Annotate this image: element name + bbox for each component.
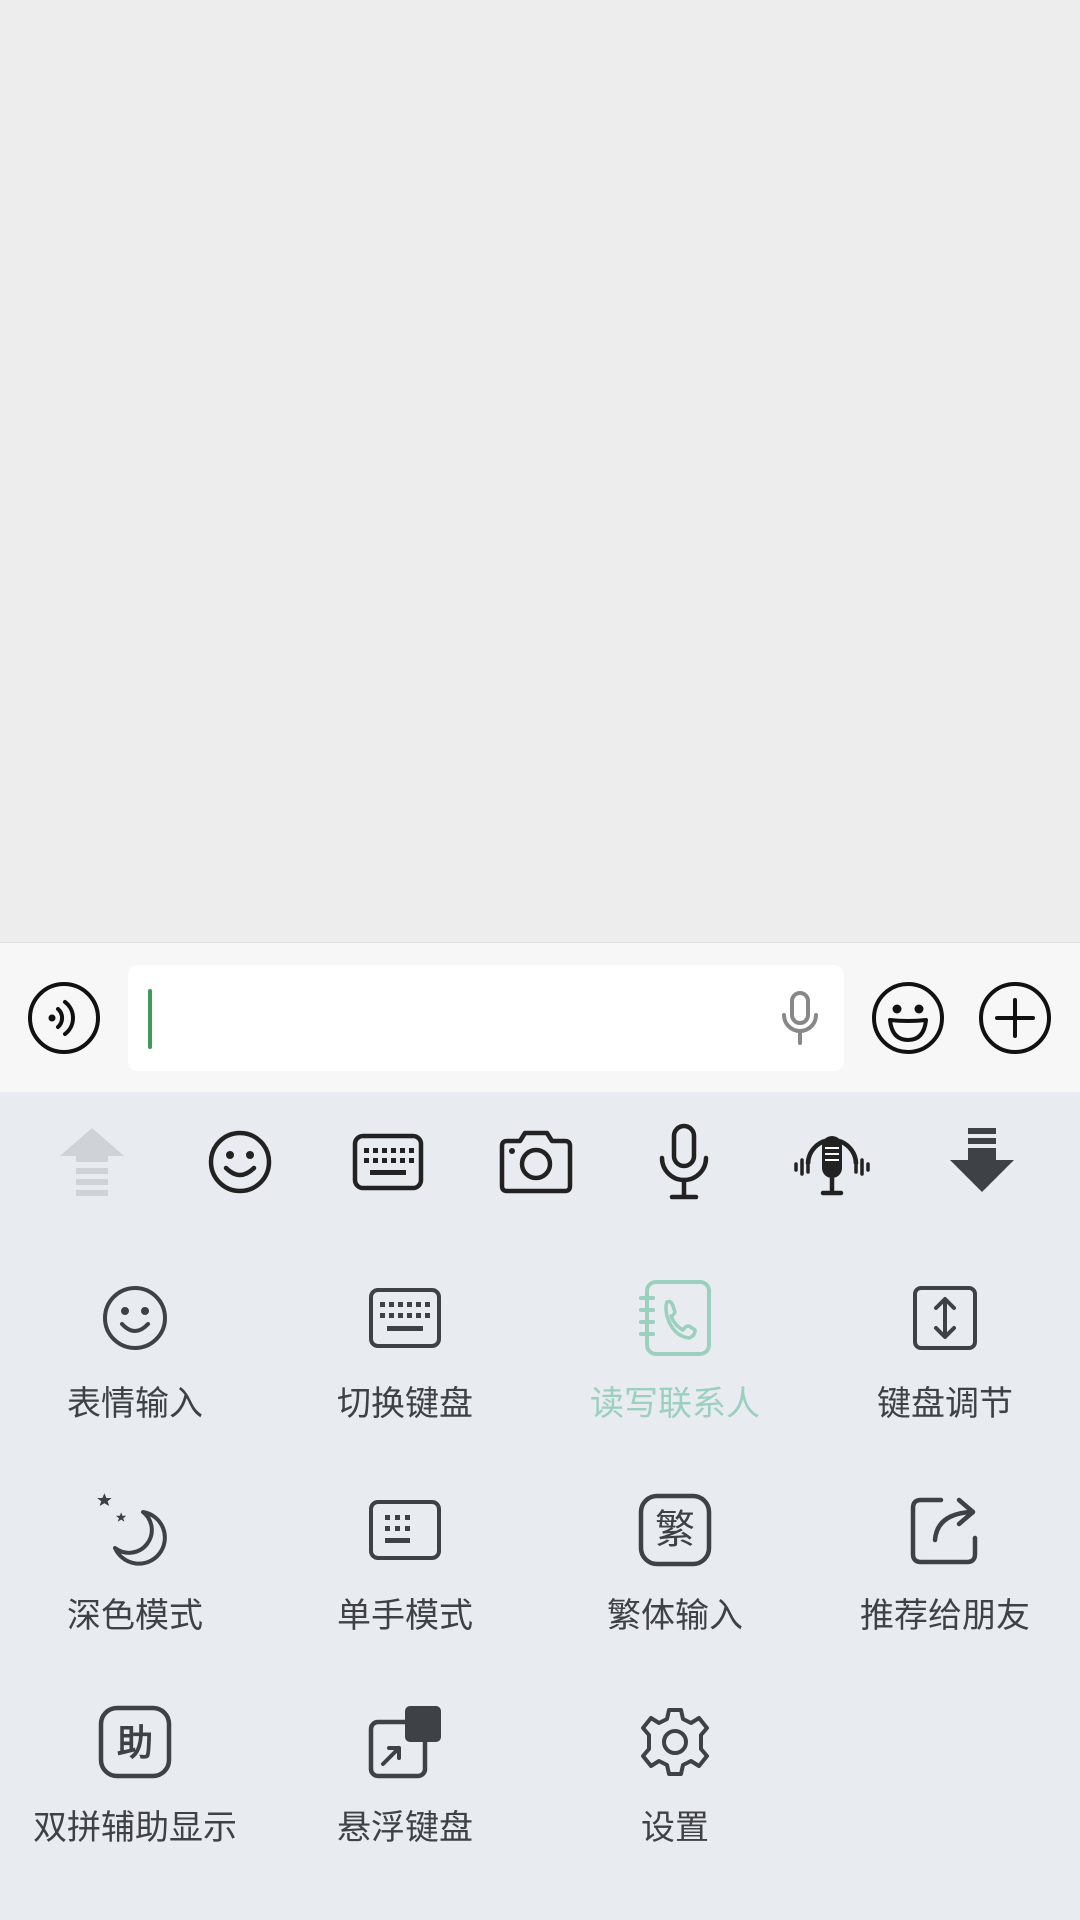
share-icon bbox=[905, 1490, 985, 1570]
contacts-book-icon bbox=[635, 1278, 715, 1358]
grid-item-label: 设置 bbox=[641, 1808, 709, 1848]
keyboard-icon[interactable] bbox=[346, 1120, 430, 1204]
smiley-icon bbox=[95, 1278, 175, 1358]
svg-text:繁: 繁 bbox=[655, 1507, 695, 1553]
arrow-up-icon[interactable] bbox=[50, 1120, 134, 1204]
grid-item-switch-keyboard[interactable]: 切换键盘 bbox=[270, 1278, 540, 1478]
keyboard-icon bbox=[365, 1278, 445, 1358]
grid-item-label: 深色模式 bbox=[67, 1596, 203, 1636]
grid-item-label: 繁体输入 bbox=[607, 1596, 743, 1636]
arrow-down-icon[interactable] bbox=[940, 1120, 1024, 1204]
grid-item-label: 双拼辅助显示 bbox=[33, 1808, 237, 1848]
grid-item-floating-keyboard[interactable]: 悬浮键盘 bbox=[270, 1702, 540, 1902]
keyboard-function-panel: 表情输入 切换键盘 读写联系人 键盘调节 深色模式 单手模式 繁 繁体输入 推荐… bbox=[0, 1092, 1080, 1920]
grid-item-label: 单手模式 bbox=[337, 1596, 473, 1636]
grid-item-label: 读写联系人 bbox=[590, 1384, 760, 1424]
smiley-icon[interactable] bbox=[198, 1120, 282, 1204]
voice-podcast-icon[interactable] bbox=[790, 1120, 874, 1204]
gear-icon bbox=[635, 1702, 715, 1782]
svg-text:助: 助 bbox=[117, 1723, 153, 1764]
grid-item-settings[interactable]: 设置 bbox=[540, 1702, 810, 1902]
grid-item-one-hand-mode[interactable]: 单手模式 bbox=[270, 1490, 540, 1690]
grid-item-label: 表情输入 bbox=[67, 1384, 203, 1424]
grid-item-traditional-input[interactable]: 繁 繁体输入 bbox=[540, 1490, 810, 1690]
grid-item-emoji-input[interactable]: 表情输入 bbox=[0, 1278, 270, 1478]
grid-item-label: 切换键盘 bbox=[337, 1384, 473, 1424]
grid-item-dark-mode[interactable]: 深色模式 bbox=[0, 1490, 270, 1690]
microphone-icon[interactable] bbox=[778, 991, 822, 1045]
resize-vertical-icon bbox=[905, 1278, 985, 1358]
text-caret bbox=[148, 989, 152, 1049]
microphone-icon[interactable] bbox=[642, 1120, 726, 1204]
grid-item-recommend[interactable]: 推荐给朋友 bbox=[810, 1490, 1080, 1690]
grid-item-label: 推荐给朋友 bbox=[860, 1596, 1030, 1636]
emoji-icon[interactable] bbox=[870, 980, 946, 1056]
message-input[interactable] bbox=[128, 965, 844, 1071]
plus-icon[interactable] bbox=[977, 980, 1053, 1056]
camera-icon[interactable] bbox=[494, 1120, 578, 1204]
grid-item-label: 悬浮键盘 bbox=[337, 1808, 473, 1848]
compact-keyboard-icon bbox=[365, 1490, 445, 1570]
grid-item-contacts[interactable]: 读写联系人 bbox=[540, 1278, 810, 1478]
assist-char-icon: 助 bbox=[95, 1702, 175, 1782]
input-bar bbox=[0, 942, 1080, 1092]
grid-item-shuangpin-assist[interactable]: 助 双拼辅助显示 bbox=[0, 1702, 270, 1902]
grid-item-label: 键盘调节 bbox=[877, 1384, 1013, 1424]
moon-stars-icon bbox=[95, 1490, 175, 1570]
traditional-char-icon: 繁 bbox=[635, 1490, 715, 1570]
grid-item-keyboard-adjust[interactable]: 键盘调节 bbox=[810, 1278, 1080, 1478]
chat-area bbox=[0, 0, 1080, 942]
voice-mode-icon[interactable] bbox=[26, 980, 102, 1056]
floating-keyboard-icon bbox=[365, 1702, 445, 1782]
